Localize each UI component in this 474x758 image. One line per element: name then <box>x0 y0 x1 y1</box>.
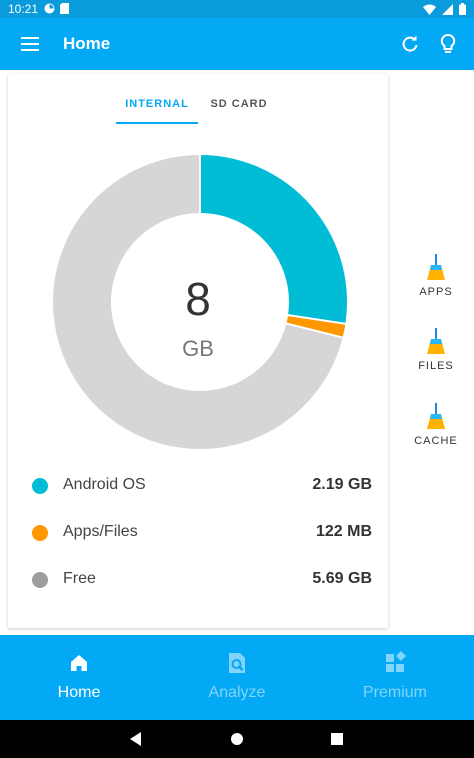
legend-label: Free <box>63 570 96 587</box>
clean-apps-button[interactable]: APPS <box>408 254 464 298</box>
back-icon[interactable] <box>129 732 143 746</box>
legend-row-android-os: Android OS 2.19 GB <box>8 471 388 501</box>
analyze-icon <box>229 653 245 673</box>
tips-button[interactable] <box>436 32 460 56</box>
nav-premium-label: Premium <box>362 684 427 701</box>
wifi-icon <box>423 4 436 15</box>
legend-row-apps-files: Apps/Files 122 MB <box>8 518 388 548</box>
lightbulb-icon <box>440 33 456 53</box>
legend-row-free: Free 5.69 GB <box>8 565 388 595</box>
storage-card: INTERNAL SD CARD 8 GB Android OS 2.19 GB… <box>8 74 388 628</box>
battery-icon <box>459 3 466 15</box>
bottom-navigation: Home Analyze Premium <box>0 635 474 720</box>
legend-value: 2.19 GB <box>312 476 372 493</box>
clean-files-label: FILES <box>418 360 454 372</box>
nav-home[interactable]: Home <box>0 635 158 720</box>
legend-value: 122 MB <box>315 523 372 540</box>
legend-value: 5.69 GB <box>312 570 372 587</box>
status-bar: 10:21 <box>0 0 474 18</box>
system-navigation-bar <box>0 720 474 758</box>
menu-button[interactable] <box>18 32 42 56</box>
nav-analyze[interactable]: Analyze <box>158 635 316 720</box>
status-time: 10:21 <box>8 2 39 16</box>
total-storage-value: 8 <box>185 273 211 325</box>
clean-cache-label: CACHE <box>414 435 458 447</box>
premium-icon <box>386 651 406 672</box>
nav-home-label: Home <box>57 684 101 701</box>
storage-tabs: INTERNAL SD CARD <box>116 92 280 124</box>
recents-icon[interactable] <box>331 733 343 745</box>
clean-files-button[interactable]: FILES <box>408 328 464 372</box>
app-bar: Home <box>0 18 474 70</box>
tab-internal[interactable]: INTERNAL <box>116 92 198 124</box>
signal-icon <box>442 3 453 15</box>
page-title: Home <box>63 34 111 53</box>
clean-apps-label: APPS <box>419 286 453 298</box>
sync-status-icon <box>44 3 55 14</box>
refresh-icon <box>402 35 418 52</box>
clean-cache-button[interactable]: CACHE <box>408 403 464 447</box>
legend-dot <box>32 525 48 541</box>
nav-premium[interactable]: Premium <box>316 635 474 720</box>
refresh-button[interactable] <box>398 32 422 56</box>
legend-dot <box>32 572 48 588</box>
legend-label: Apps/Files <box>63 523 138 540</box>
broom-icon <box>427 403 445 429</box>
nav-analyze-label: Analyze <box>208 684 266 701</box>
menu-icon <box>21 37 39 51</box>
sd-card-status-icon <box>60 3 69 14</box>
broom-icon <box>427 254 445 280</box>
home-icon <box>71 655 87 671</box>
home-nav-icon[interactable] <box>230 732 244 746</box>
total-storage-unit: GB <box>182 336 214 361</box>
tab-sd-card[interactable]: SD CARD <box>198 92 280 124</box>
broom-icon <box>427 328 445 354</box>
legend-dot <box>32 478 48 494</box>
legend-label: Android OS <box>63 476 146 493</box>
